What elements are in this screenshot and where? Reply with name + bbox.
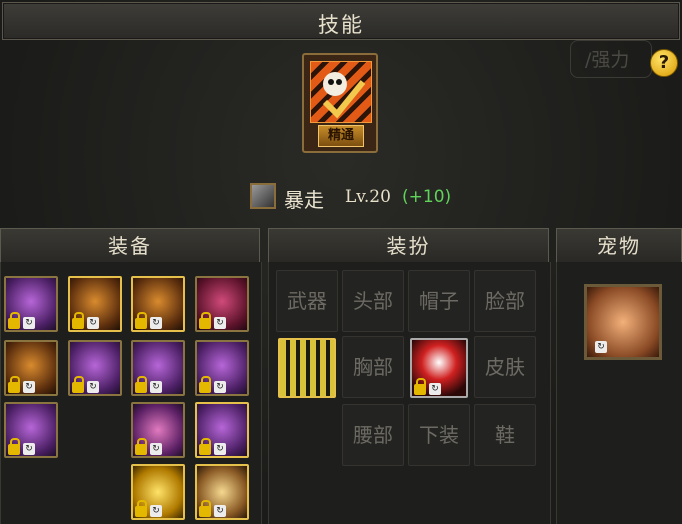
equip-slot-title[interactable]: ↻	[195, 464, 249, 520]
avatar-slot-skin[interactable]: 皮肤	[474, 336, 536, 398]
cycle-icon: ↻	[214, 381, 226, 393]
lock-icon	[72, 376, 84, 393]
avatar-header: 装扮	[268, 228, 549, 264]
lock-icon	[72, 312, 84, 329]
lock-icon	[8, 438, 20, 455]
pet-fox-icon[interactable]: ↻	[584, 284, 662, 360]
cycle-icon: ↻	[429, 383, 441, 395]
lock-icon	[135, 376, 147, 393]
equip-slot-ring[interactable]: ↻	[4, 402, 58, 458]
skill-frenzy-icon[interactable]: 精通	[302, 53, 378, 153]
pet-title: 宠物	[597, 234, 641, 258]
skill-art	[310, 61, 372, 123]
cycle-icon: ↻	[23, 317, 35, 329]
lock-icon	[199, 312, 211, 329]
equipment-title: 装备	[108, 234, 152, 258]
cycle-icon: ↻	[150, 381, 162, 393]
avatar-slot-head[interactable]: 头部	[342, 270, 404, 332]
equip-slot-weapon[interactable]: ↻	[4, 276, 58, 332]
lock-icon	[135, 312, 147, 329]
cycle-icon: ↻	[214, 317, 226, 329]
cycle-icon: ↻	[214, 505, 226, 517]
cycle-icon: ↻	[150, 317, 162, 329]
window-title: 技能	[318, 13, 364, 37]
cycle-icon: ↻	[150, 443, 162, 455]
avatar-slot-waist[interactable]: 腰部	[342, 404, 404, 466]
cycle-icon: ↻	[87, 381, 99, 393]
skill-level: Lv.20	[345, 187, 391, 207]
lock-icon	[199, 500, 211, 517]
avatar-slot-pants[interactable]: 下装	[408, 404, 470, 466]
cycle-icon: ↻	[23, 381, 35, 393]
avatar-slot-face[interactable]: 脸部	[474, 270, 536, 332]
cycle-icon: ↻	[87, 317, 99, 329]
window-titlebar[interactable]: 技能	[2, 2, 680, 40]
equip-slot-bracelet[interactable]: ↻	[131, 340, 185, 396]
equip-slot-magicstone[interactable]: ↻	[131, 464, 185, 520]
skill-bonus: (+10)	[402, 187, 452, 207]
lock-icon	[199, 376, 211, 393]
lock-icon	[135, 500, 147, 517]
avatar-title: 装扮	[386, 234, 431, 258]
mastery-badge: 精通	[318, 125, 364, 147]
lock-icon	[8, 376, 20, 393]
equipment-header: 装备	[0, 228, 260, 264]
equip-slot-shoes[interactable]: ↻	[68, 340, 122, 396]
skill-name: 暴走	[284, 188, 324, 212]
equip-slot-pants[interactable]: ↻	[195, 276, 249, 332]
cycle-icon: ↻	[150, 505, 162, 517]
checkmark-icon	[322, 72, 366, 119]
avatar-slot-shoes[interactable]: 鞋	[474, 404, 536, 466]
equip-slot-top[interactable]: ↻	[131, 276, 185, 332]
lock-icon	[8, 312, 20, 329]
cycle-icon: ↻	[214, 443, 226, 455]
ghost-tab: /强力	[570, 40, 652, 78]
pet-header: 宠物	[556, 228, 682, 264]
lock-icon	[414, 378, 426, 395]
equip-slot-shoulder[interactable]: ↻	[68, 276, 122, 332]
equip-slot-subequip[interactable]: ↻	[131, 402, 185, 458]
cycle-icon: ↻	[23, 443, 35, 455]
equip-slot-necklace[interactable]: ↻	[195, 340, 249, 396]
avatar-slot-hat[interactable]: 帽子	[408, 270, 470, 332]
cycle-icon: ↻	[595, 341, 607, 353]
equip-slot-earring[interactable]: ↻	[195, 402, 249, 458]
help-icon[interactable]: ?	[650, 49, 678, 77]
avatar-slot-chest[interactable]: 胸部	[342, 336, 404, 398]
avatar-slot-neck-item[interactable]	[278, 338, 336, 398]
equip-slot-belt[interactable]: ↻	[4, 340, 58, 396]
skill-small-icon[interactable]	[250, 183, 276, 209]
lock-icon	[199, 438, 211, 455]
avatar-slot-weapon[interactable]: 武器	[276, 270, 338, 332]
avatar-slot-top-item[interactable]: ↻	[410, 338, 468, 398]
lock-icon	[135, 438, 147, 455]
skill-window: 技能 /强力 ? 精通 暴走 Lv.20 (+10) 装备 装扮 宠物 ↻ ↻ …	[0, 0, 682, 524]
